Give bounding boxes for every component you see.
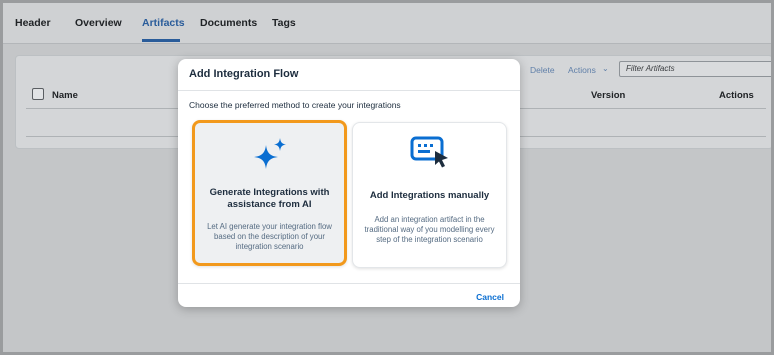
- column-header-name[interactable]: Name: [52, 90, 78, 101]
- dialog-subtitle: Choose the preferred method to create yo…: [189, 100, 401, 110]
- tab-tags[interactable]: Tags: [272, 17, 296, 29]
- dialog-header: Add Integration Flow: [178, 59, 520, 91]
- tab-documents[interactable]: Documents: [200, 17, 257, 29]
- app-window: Header Overview Artifacts Documents Tags…: [3, 3, 771, 352]
- manual-option-title: Add Integrations manually: [369, 190, 490, 201]
- tab-overview[interactable]: Overview: [75, 17, 122, 29]
- tab-artifacts[interactable]: Artifacts: [142, 17, 185, 29]
- manual-option-description: Add an integration artifact in the tradi…: [364, 215, 495, 244]
- ai-option-description: Let AI generate your integration flow ba…: [207, 222, 332, 251]
- chevron-down-icon: ⌄: [602, 64, 609, 73]
- ai-sparkle-icon: [254, 138, 286, 169]
- dialog-title: Add Integration Flow: [189, 68, 299, 80]
- filter-placeholder: Filter Artifacts: [626, 64, 675, 73]
- select-all-checkbox[interactable]: [32, 88, 44, 100]
- delete-button[interactable]: Delete: [530, 65, 555, 75]
- generate-with-ai-option[interactable]: Generate Integrations with assistance fr…: [192, 120, 347, 266]
- active-tab-indicator: [142, 39, 180, 42]
- column-header-actions[interactable]: Actions: [719, 90, 754, 101]
- ai-option-title: Generate Integrations with assistance fr…: [209, 187, 330, 210]
- keyboard-cursor-icon: [410, 136, 448, 168]
- tab-header[interactable]: Header: [15, 17, 51, 29]
- add-integration-flow-dialog: Add Integration Flow Choose the preferre…: [178, 59, 520, 307]
- tab-bar: Header Overview Artifacts Documents Tags: [3, 3, 771, 44]
- dialog-footer: Cancel: [178, 283, 520, 308]
- actions-menu-button[interactable]: Actions: [568, 65, 596, 75]
- filter-artifacts-input[interactable]: Filter Artifacts: [619, 61, 771, 77]
- add-manually-option[interactable]: Add Integrations manually Add an integra…: [352, 122, 507, 268]
- cancel-button[interactable]: Cancel: [476, 292, 504, 302]
- column-header-version[interactable]: Version: [591, 90, 625, 101]
